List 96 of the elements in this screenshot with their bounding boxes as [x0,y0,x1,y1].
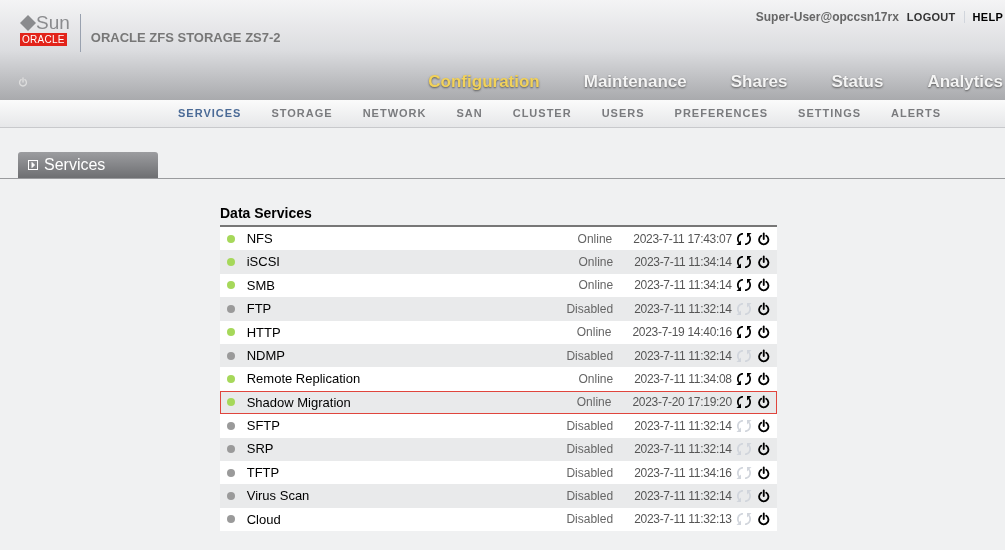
timestamp: 2023-7-11 11:32:14 [634,347,732,365]
service-row[interactable]: SRP Disabled 2023-7-11 11:32:14 [220,437,777,461]
sub-nav-tab[interactable]: STORAGE [271,105,333,122]
restart-icon[interactable] [734,347,753,364]
service-row[interactable]: TFTP Disabled 2023-7-11 11:34:16 [220,460,777,485]
service-status: Disabled [565,300,614,318]
service-row[interactable]: Shadow Migration Online 2023-7-20 17:19:20 [220,390,777,415]
service-name: iSCSI [246,253,281,272]
timestamp: 2023-7-11 11:34:14 [634,277,732,295]
service-row[interactable]: SFTP Disabled 2023-7-11 11:32:14 [220,414,777,438]
power-icon[interactable] [756,465,771,480]
timestamp: 2023-7-11 11:34:16 [634,464,732,482]
power-icon[interactable] [756,231,771,246]
timestamp: 2023-7-11 11:34:08 [634,371,732,389]
service-name: SFTP [246,417,281,436]
service-name: Remote Replication [246,370,362,389]
timestamp: 2023-7-11 11:32:14 [634,441,732,459]
section-title: Services [44,155,106,175]
service-status: Disabled [565,511,614,529]
expand-icon [28,160,38,170]
logout-link[interactable]: LOGOUT [906,8,956,26]
power-icon[interactable] [756,372,771,387]
product-title: ORACLE ZFS STORAGE ZS7-2 [90,29,281,47]
service-status: Online [577,371,614,389]
service-status: Disabled [565,417,614,435]
service-row[interactable]: SMB Online 2023-7-11 11:34:14 [220,273,777,298]
service-status: Online [575,324,612,342]
restart-icon[interactable] [734,324,753,341]
restart-icon[interactable] [734,441,753,458]
sub-nav-tab[interactable]: NETWORK [362,105,427,122]
power-icon[interactable] [756,489,771,503]
service-status: Online [577,254,614,272]
restart-icon[interactable] [734,511,753,528]
power-icon[interactable] [756,348,771,363]
power-icon[interactable] [756,418,771,433]
timestamp: 2023-7-11 11:32:14 [634,300,732,318]
service-row[interactable]: Virus Scan Disabled 2023-7-11 11:32:14 [220,484,777,508]
service-name: FTP [246,300,273,319]
timestamp: 2023-7-11 11:34:14 [634,254,732,272]
diamond-icon [20,15,36,31]
restart-icon[interactable] [734,371,753,388]
timestamp: 2023-7-20 17:19:20 [632,394,732,412]
service-status: Online [575,394,612,412]
power-icon[interactable] [756,395,771,410]
timestamp: 2023-7-11 11:32:14 [634,417,732,435]
timestamp: 2023-7-11 11:32:13 [634,511,732,529]
service-name: TFTP [246,463,281,482]
restart-icon[interactable] [734,464,753,481]
service-status: Online [576,230,613,248]
sub-nav-tab[interactable]: SAN [456,105,483,122]
service-status: Disabled [565,488,614,505]
oracle-logo: ORACLE [20,33,67,46]
service-name: Cloud [246,510,282,529]
power-icon[interactable] [756,325,771,340]
sub-nav-tab[interactable]: CLUSTER [512,105,572,122]
power-icon[interactable] [756,512,771,527]
restart-icon[interactable] [734,394,753,411]
service-status: Disabled [565,347,614,365]
service-status: Disabled [565,464,614,482]
service-row[interactable]: Remote Replication Online 2023-7-11 11:34:08 [220,367,777,391]
restart-icon[interactable] [734,488,753,504]
service-name: SMB [246,276,276,295]
restart-icon[interactable] [734,300,753,317]
service-name: Shadow Migration [246,393,352,412]
service-name: HTTP [246,323,282,342]
service-name: SRP [246,440,275,459]
service-name: Virus Scan [246,487,311,506]
service-row[interactable]: NDMP Disabled 2023-7-11 11:32:14 [220,343,777,368]
service-row[interactable]: iSCSI Online 2023-7-11 11:34:14 [220,250,777,274]
restart-icon[interactable] [734,254,753,271]
restart-icon[interactable] [734,417,753,434]
sub-nav-tab[interactable]: SETTINGS [798,105,862,122]
service-status: Disabled [565,441,614,459]
service-row[interactable]: Cloud Disabled 2023-7-11 11:32:13 [220,507,777,532]
sub-nav-tab[interactable]: ALERTS [891,105,942,122]
sub-nav-tab[interactable]: PREFERENCES [674,105,769,122]
user-name: Super-User@opccsn17rx [755,9,899,26]
timestamp: 2023-7-11 17:43:07 [633,230,732,248]
service-status: Online [577,277,614,295]
service-row[interactable]: FTP Disabled 2023-7-11 11:32:14 [220,297,777,321]
restart-icon[interactable] [734,230,753,247]
timestamp: 2023-7-11 11:32:14 [634,488,732,505]
restart-icon[interactable] [734,277,753,294]
logo-text: Sun [36,14,70,32]
help-link[interactable]: HELP [972,8,1003,26]
service-row[interactable]: HTTP Online 2023-7-19 14:40:16 [220,320,777,344]
power-icon[interactable] [756,301,771,316]
service-name: NFS [246,229,274,248]
power-icon[interactable] [756,442,771,457]
power-icon[interactable] [756,255,771,270]
power-icon[interactable] [756,278,771,293]
sub-nav-tab[interactable]: SERVICES [178,105,242,122]
timestamp: 2023-7-19 14:40:16 [632,324,732,342]
sub-nav-tab[interactable]: USERS [601,105,645,122]
service-row[interactable]: NFS Online 2023-7-11 17:43:07 [220,227,777,251]
service-name: NDMP [246,346,286,365]
